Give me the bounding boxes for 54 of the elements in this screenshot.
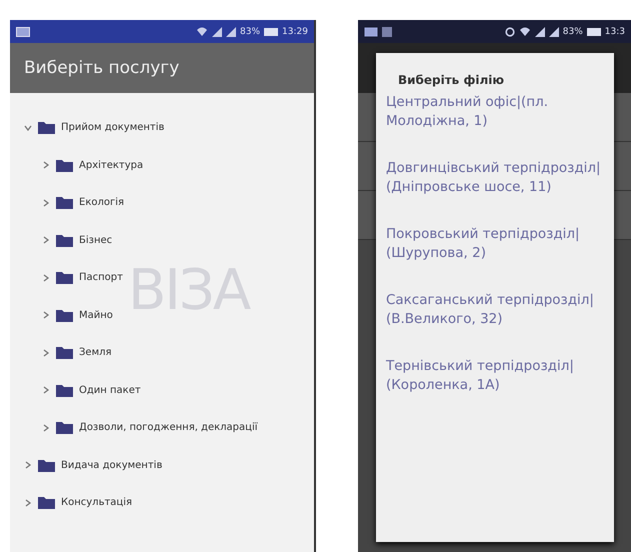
tree-item[interactable]: Екологія (10, 184, 124, 222)
wifi-icon (518, 26, 531, 37)
chevron-icon (42, 386, 50, 394)
image-icon (16, 26, 30, 36)
sync-icon (504, 26, 515, 36)
branch-option[interactable]: Покровський терпідрозділ|(Шурупова, 2) (386, 225, 614, 291)
battery-icon (586, 28, 601, 36)
tree-item[interactable]: Архітектура (10, 146, 144, 184)
folder-icon (56, 234, 73, 247)
folder-icon (56, 196, 73, 210)
chevron-icon (24, 461, 32, 470)
status-time: 13:29 (282, 26, 308, 36)
chevron-icon (42, 161, 50, 170)
branch-option[interactable]: Довгинцівський терпідрозділ|(Дніпровське шосе, 11) (386, 159, 614, 225)
signal-icon (548, 26, 559, 36)
chevron-icon (42, 274, 50, 282)
image-icon (364, 26, 378, 36)
chevron-icon (42, 311, 50, 320)
chevron-icon (24, 498, 32, 507)
screen-title: Виберіть послугу (24, 58, 180, 78)
branch-option[interactable]: Центральний офіс|(пл. Молодіжна, 1) (386, 93, 614, 159)
folder-icon (38, 121, 55, 134)
folder-icon (56, 308, 73, 322)
folder-icon (56, 158, 73, 172)
tree-item[interactable]: Паспорт (10, 259, 123, 296)
chevron-icon (42, 198, 50, 207)
tree-item[interactable]: Дозволи, погодження, декларації (10, 409, 258, 446)
status-time: 13:3 (604, 26, 625, 36)
branch-option[interactable]: Саксаганський терпідрозділ|(В.Великого, 32) (386, 291, 614, 357)
folder-icon (38, 496, 55, 510)
tree-item[interactable]: Консультація (10, 484, 132, 522)
chevron-icon (42, 424, 50, 432)
branch-option[interactable]: Тернівський терпідрозділ|(Короленка, 1А) (386, 357, 614, 423)
tree-item[interactable]: Майно (10, 296, 113, 334)
battery-percent: 83% (240, 26, 260, 36)
chevron-icon (42, 236, 50, 244)
tree-item[interactable]: Земля (10, 334, 112, 372)
tree-item[interactable]: Видача документів (10, 446, 162, 484)
wifi-icon (196, 26, 208, 37)
folder-icon (56, 346, 73, 360)
battery-icon (264, 28, 278, 36)
battery-percent: 83% (562, 26, 583, 36)
folder-icon (56, 384, 73, 397)
tree-item[interactable]: Один пакет (10, 372, 141, 409)
folder-icon (38, 458, 55, 472)
image-icon (382, 26, 392, 36)
tree-item[interactable]: Прийом документів (10, 109, 164, 146)
dialog-title: Виберіть філію (396, 72, 506, 89)
chevron-icon (42, 348, 50, 357)
chevron-icon (24, 124, 32, 132)
folder-icon (56, 271, 73, 284)
signal-icon (534, 26, 545, 36)
tree-item[interactable]: Бізнес (10, 222, 112, 259)
folder-icon (56, 421, 73, 434)
